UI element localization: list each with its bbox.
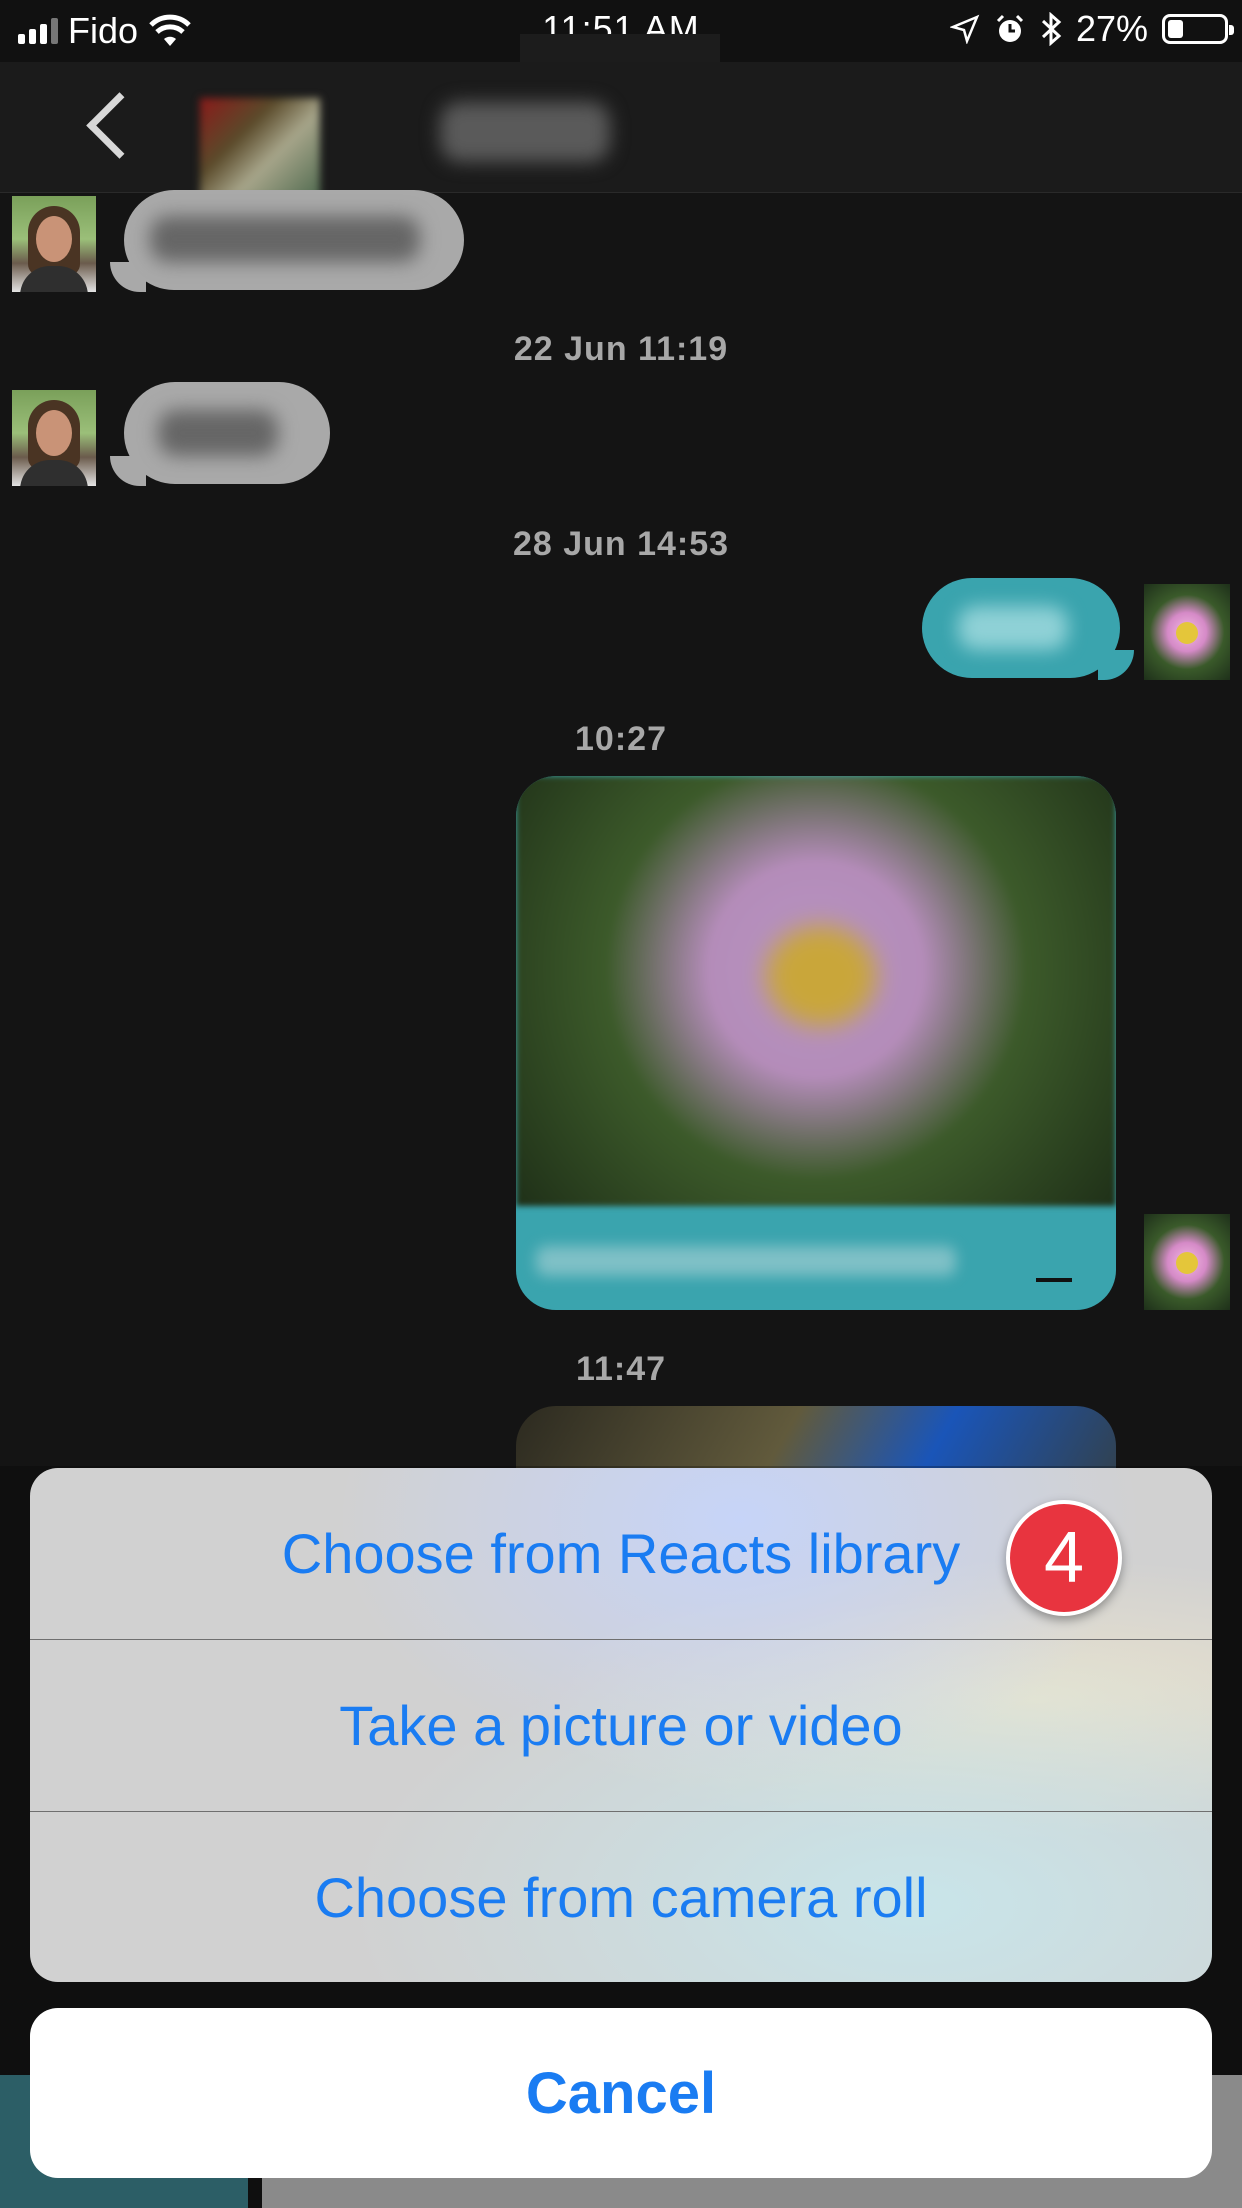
incoming-message-bubble[interactable] [110,190,464,292]
status-time-mask [520,34,720,64]
step-badge: 4 [1006,1500,1122,1616]
chat-header [0,62,1242,198]
contact-avatar[interactable] [200,98,320,198]
message-timestamp: 22 Jun 11:19 [513,330,729,368]
message-timestamp: 28 Jun 14:53 [512,525,730,563]
avatar[interactable] [12,196,96,292]
photo-thumbnail[interactable] [516,776,1116,1206]
avatar[interactable] [1144,1214,1230,1310]
battery-percent: 27% [1075,8,1148,49]
photo-caption-redacted [536,1246,956,1276]
alarm-icon [996,14,1023,42]
message-timestamp: 11:47 [575,1350,667,1388]
photo-indicator [1036,1278,1072,1282]
cancel-button[interactable]: Cancel [30,2008,1212,2178]
back-icon[interactable] [86,92,153,159]
location-icon [949,14,980,44]
bluetooth-icon [1041,12,1062,46]
outgoing-message-bubble[interactable] [922,578,1134,680]
take-picture-option[interactable]: Take a picture or video [30,1639,1212,1811]
battery-icon [1162,14,1234,44]
photo-message[interactable] [516,776,1116,1310]
avatar[interactable] [1144,584,1230,680]
battery-level [1168,20,1183,38]
message-timestamp: 10:27 [575,720,667,758]
status-bar: Fido 11:51 AM 27% [0,0,1242,64]
contact-name-redacted[interactable] [440,102,610,162]
incoming-message-bubble[interactable] [110,382,330,486]
camera-roll-option[interactable]: Choose from camera roll [30,1811,1212,1982]
status-right: 27% [949,8,1234,50]
avatar[interactable] [12,390,96,486]
